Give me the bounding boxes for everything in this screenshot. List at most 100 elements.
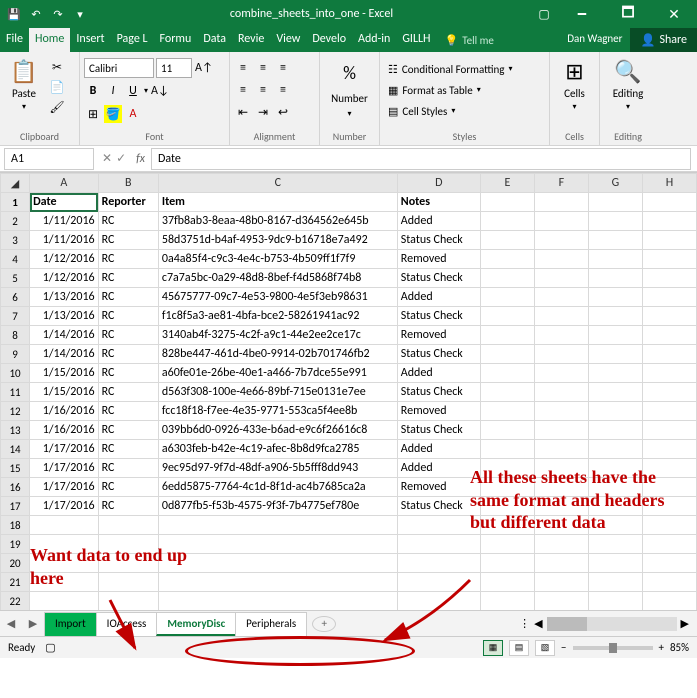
tab-pagelayout[interactable]: Page L	[111, 28, 154, 52]
cell[interactable]	[642, 193, 696, 212]
cell[interactable]	[642, 592, 696, 611]
cell[interactable]: fcc18f18-f7ee-4e35-9771-553ca5f4ee8b	[158, 402, 397, 421]
align-left-button[interactable]: ≡	[234, 81, 252, 99]
column-header-C[interactable]: C	[158, 174, 397, 193]
cell[interactable]	[534, 440, 588, 459]
cell[interactable]	[480, 516, 534, 535]
cell[interactable]	[588, 592, 642, 611]
cell[interactable]	[397, 516, 480, 535]
cell[interactable]: 3140ab4f-3275-4c2f-a9c1-44e2ee2ce17c	[158, 326, 397, 345]
cell[interactable]	[480, 383, 534, 402]
cell[interactable]	[642, 497, 696, 516]
cell[interactable]	[30, 535, 99, 554]
align-right-button[interactable]: ≡	[274, 81, 292, 99]
cell[interactable]	[480, 459, 534, 478]
cell[interactable]	[98, 516, 158, 535]
cell[interactable]	[642, 554, 696, 573]
decrease-indent-button[interactable]: ⇤	[234, 103, 252, 121]
cell[interactable]: 37fb8ab3-8eaa-48b0-8167-d364562e645b	[158, 212, 397, 231]
tab-insert[interactable]: Insert	[70, 28, 110, 52]
cell[interactable]	[480, 402, 534, 421]
percent-button[interactable]: %	[343, 58, 356, 88]
cell[interactable]: RC	[98, 250, 158, 269]
cell[interactable]	[588, 326, 642, 345]
cell[interactable]: Status Check	[397, 269, 480, 288]
cell[interactable]	[480, 497, 534, 516]
cell[interactable]	[534, 516, 588, 535]
row-header[interactable]: 19	[1, 535, 30, 554]
cell[interactable]	[158, 573, 397, 592]
cell[interactable]	[480, 269, 534, 288]
cell[interactable]	[642, 307, 696, 326]
cell[interactable]	[480, 231, 534, 250]
cell[interactable]: 1/13/2016	[30, 288, 99, 307]
cell[interactable]: Removed	[397, 478, 480, 497]
cell[interactable]	[397, 535, 480, 554]
share-button[interactable]: 👤Share	[630, 28, 697, 52]
cell[interactable]	[534, 269, 588, 288]
row-header[interactable]: 10	[1, 364, 30, 383]
cell[interactable]	[588, 383, 642, 402]
row-header[interactable]: 13	[1, 421, 30, 440]
cell[interactable]	[642, 364, 696, 383]
cell[interactable]	[588, 288, 642, 307]
align-middle-button[interactable]: ≡	[254, 59, 272, 77]
cell[interactable]: Status Check	[397, 421, 480, 440]
cell[interactable]	[588, 307, 642, 326]
cell[interactable]	[30, 554, 99, 573]
cell[interactable]	[588, 440, 642, 459]
cell[interactable]	[480, 193, 534, 212]
format-painter-button[interactable]: 🖌	[48, 98, 66, 116]
cell[interactable]: RC	[98, 440, 158, 459]
cell[interactable]	[480, 250, 534, 269]
conditional-formatting-button[interactable]: ☷Conditional Formatting▾	[388, 60, 513, 78]
column-header-F[interactable]: F	[534, 174, 588, 193]
cell[interactable]: 0a4a85f4-c9c3-4e4c-b753-4b509ff1f7f9	[158, 250, 397, 269]
cell[interactable]	[588, 516, 642, 535]
cell[interactable]	[588, 402, 642, 421]
cell[interactable]	[30, 592, 99, 611]
macro-record-icon[interactable]: ▢	[45, 641, 55, 654]
cell[interactable]: c7a7a5bc-0a29-48d8-8bef-f4d5868f74b8	[158, 269, 397, 288]
row-header[interactable]: 15	[1, 459, 30, 478]
cell[interactable]	[642, 459, 696, 478]
cell[interactable]	[480, 212, 534, 231]
cell[interactable]: 58d3751d-b4af-4953-9dc9-b16718e7a492	[158, 231, 397, 250]
sheet-tab-memorydisc[interactable]: MemoryDisc	[156, 612, 236, 636]
fill-color-button[interactable]: 🪣	[104, 105, 122, 123]
cell[interactable]: 1/14/2016	[30, 345, 99, 364]
normal-view-button[interactable]: ▦	[483, 640, 503, 656]
tab-home[interactable]: Home	[29, 28, 70, 52]
cell[interactable]: Added	[397, 364, 480, 383]
name-box[interactable]: A1	[4, 148, 94, 170]
cell[interactable]: RC	[98, 497, 158, 516]
editing-button[interactable]: 🔍 Editing ▾	[608, 58, 648, 112]
cell[interactable]: Status Check	[397, 231, 480, 250]
cell[interactable]: a60fe01e-26be-40e1-a466-7b7dce55e991	[158, 364, 397, 383]
column-header-B[interactable]: B	[98, 174, 158, 193]
paste-button[interactable]: 📋 Paste ▾	[4, 58, 44, 112]
cell[interactable]	[588, 345, 642, 364]
row-header[interactable]: 3	[1, 231, 30, 250]
cell[interactable]: RC	[98, 288, 158, 307]
cell[interactable]: 1/17/2016	[30, 440, 99, 459]
cell[interactable]	[158, 592, 397, 611]
cell[interactable]	[534, 345, 588, 364]
cell[interactable]	[480, 440, 534, 459]
cell[interactable]	[588, 497, 642, 516]
tell-me[interactable]: 💡Tell me	[437, 28, 502, 52]
cell[interactable]	[480, 573, 534, 592]
cell[interactable]: RC	[98, 231, 158, 250]
column-header-E[interactable]: E	[480, 174, 534, 193]
cell[interactable]: Item	[158, 193, 397, 212]
zoom-in-button[interactable]: +	[659, 641, 664, 654]
cell[interactable]	[642, 421, 696, 440]
cell[interactable]: 828be447-461d-4be0-9914-02b701746fb2	[158, 345, 397, 364]
cell[interactable]: Added	[397, 212, 480, 231]
cell[interactable]	[480, 288, 534, 307]
cell[interactable]	[480, 592, 534, 611]
worksheet-grid[interactable]: ◢ABCDEFGH 1DateReporterItemNotes21/11/20…	[0, 172, 697, 610]
row-header[interactable]: 21	[1, 573, 30, 592]
cell[interactable]: 1/15/2016	[30, 383, 99, 402]
cell[interactable]: 1/17/2016	[30, 459, 99, 478]
